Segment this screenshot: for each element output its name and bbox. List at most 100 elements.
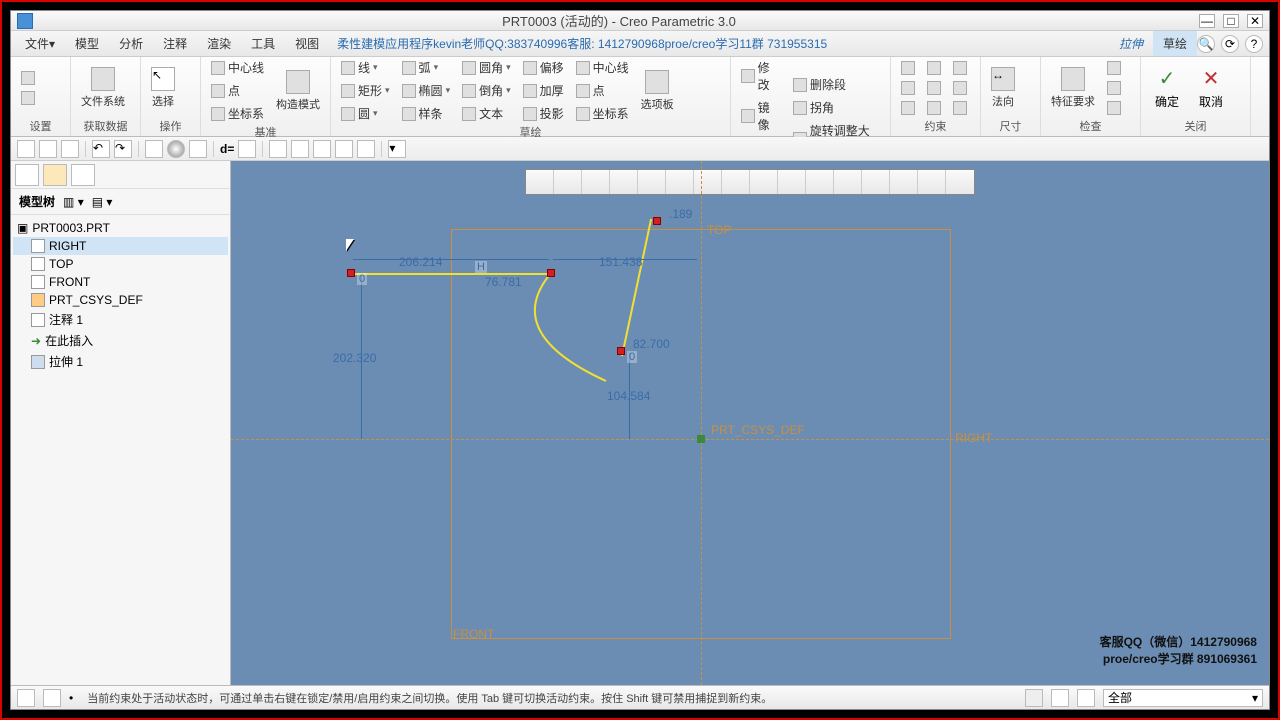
dim-1[interactable]: 206.214 (399, 255, 442, 269)
qat-close-icon[interactable] (189, 140, 207, 158)
tree-filter-icon[interactable]: ▥ ▾ (63, 195, 84, 209)
chk1[interactable] (1103, 59, 1125, 77)
qat-b2[interactable] (291, 140, 309, 158)
vt-zoomin-icon[interactable] (554, 170, 582, 194)
select-button[interactable]: ↖选择 (147, 65, 179, 111)
point-4[interactable] (653, 217, 661, 225)
circle-button[interactable]: 圆▾ (337, 103, 394, 124)
point-button[interactable]: 点 (207, 80, 268, 101)
tree-root[interactable]: ▣PRT0003.PRT (13, 219, 228, 237)
qat-appearance-icon[interactable] (167, 140, 185, 158)
close-button[interactable]: ✕ (1247, 14, 1263, 28)
construct-mode-button[interactable]: 构造模式 (272, 68, 324, 114)
ellipse-button[interactable]: 椭圆▾ (398, 80, 455, 101)
c8[interactable] (949, 79, 971, 97)
vt-b6[interactable] (806, 170, 834, 194)
rect-button[interactable]: 矩形▾ (337, 80, 394, 101)
search-icon[interactable]: 🔍 (1197, 35, 1215, 53)
open-icon[interactable] (17, 69, 39, 87)
c7[interactable] (949, 59, 971, 77)
menu-render[interactable]: 渲染 (197, 31, 241, 56)
palette-button[interactable]: 选项板 (637, 68, 678, 114)
status-person-icon[interactable] (1077, 689, 1095, 707)
c6[interactable] (923, 99, 945, 117)
vt-zoomout-icon[interactable] (582, 170, 610, 194)
vt-b1[interactable] (666, 170, 694, 194)
chk3[interactable] (1103, 99, 1125, 117)
vt-b7[interactable] (834, 170, 862, 194)
point-3[interactable] (617, 347, 625, 355)
dim-4[interactable]: 82.700 (633, 337, 670, 351)
menu-tools[interactable]: 工具 (241, 31, 285, 56)
menu-extrude[interactable]: 拉伸 (1109, 31, 1153, 56)
ok-button[interactable]: ✓确定 (1147, 63, 1187, 112)
qat-redo-icon[interactable]: ↷ (114, 140, 132, 158)
arc-button[interactable]: 弧▾ (398, 57, 455, 78)
vt-b4[interactable] (750, 170, 778, 194)
point2-button[interactable]: 点 (572, 80, 633, 101)
tree-item-note[interactable]: 注释 1 (13, 309, 228, 330)
centerline2-button[interactable]: 中心线 (572, 57, 633, 78)
modify-button[interactable]: 修改 (737, 57, 785, 95)
status-tree-icon[interactable] (17, 689, 35, 707)
point-1[interactable] (347, 269, 355, 277)
csys2-button[interactable]: 坐标系 (572, 103, 633, 124)
c5[interactable] (923, 79, 945, 97)
spline-button[interactable]: 样条 (398, 103, 455, 124)
menu-annotate[interactable]: 注释 (153, 31, 197, 56)
vt-repaint-icon[interactable] (610, 170, 638, 194)
tree-item-front[interactable]: FRONT (13, 273, 228, 291)
tree-item-right[interactable]: RIGHT (13, 237, 228, 255)
vt-b5[interactable] (778, 170, 806, 194)
status-rec-icon[interactable] (1025, 689, 1043, 707)
tree-item-insert[interactable]: ➜在此插入 (13, 330, 228, 351)
tree-item-extrude[interactable]: 拉伸 1 (13, 351, 228, 372)
qat-b5[interactable] (357, 140, 375, 158)
qat-b3[interactable] (313, 140, 331, 158)
c2[interactable] (897, 79, 919, 97)
c9[interactable] (949, 99, 971, 117)
minimize-button[interactable]: — (1199, 14, 1215, 28)
tree-item-top[interactable]: TOP (13, 255, 228, 273)
dim-2[interactable]: 151.438 (599, 255, 642, 269)
qat-b4[interactable] (335, 140, 353, 158)
vt-b3[interactable] (722, 170, 750, 194)
vt-b2[interactable] (694, 170, 722, 194)
c4[interactable] (923, 59, 945, 77)
delseg-button[interactable]: 删除段 (789, 74, 884, 95)
tree-settings-icon[interactable]: ▤ ▾ (92, 195, 113, 209)
dim-7[interactable]: .189 (669, 207, 692, 221)
qat-undo-icon[interactable]: ↶ (92, 140, 110, 158)
vt-zoomfit-icon[interactable] (526, 170, 554, 194)
vt-b11[interactable] (946, 170, 974, 194)
tree-item-csys[interactable]: PRT_CSYS_DEF (13, 291, 228, 309)
line-button[interactable]: 线▾ (337, 57, 394, 78)
qat-dropdown[interactable]: ▾ (388, 140, 406, 158)
fillet-button[interactable]: 圆角▾ (458, 57, 515, 78)
menu-sketch[interactable]: 草绘 (1153, 31, 1197, 56)
vt-shade-icon[interactable] (638, 170, 666, 194)
refresh-icon[interactable]: ⟳ (1221, 35, 1239, 53)
c1[interactable] (897, 59, 919, 77)
vt-b10[interactable] (918, 170, 946, 194)
constraint-h[interactable]: H (475, 261, 487, 273)
thicken-button[interactable]: 加厚 (519, 80, 568, 101)
qat-b1[interactable] (269, 140, 287, 158)
cancel-button[interactable]: ✕取消 (1191, 63, 1231, 112)
point-2[interactable] (547, 269, 555, 277)
vt-b8[interactable] (862, 170, 890, 194)
qat-save-icon[interactable] (61, 140, 79, 158)
c3[interactable] (897, 99, 919, 117)
help-icon[interactable]: ? (1245, 35, 1263, 53)
dim-6[interactable]: 202.320 (333, 351, 376, 365)
vt-b9[interactable] (890, 170, 918, 194)
project-button[interactable]: 投影 (519, 103, 568, 124)
tab-tree-icon[interactable] (15, 164, 39, 186)
dim-3[interactable]: 76.781 (485, 275, 522, 289)
chamfer-button[interactable]: 倒角▾ (458, 80, 515, 101)
new-icon[interactable] (17, 89, 39, 107)
qat-regen-icon[interactable] (145, 140, 163, 158)
centerline-button[interactable]: 中心线 (207, 57, 268, 78)
filesystem-button[interactable]: 文件系统 (77, 65, 129, 111)
menu-model[interactable]: 模型 (65, 31, 109, 56)
